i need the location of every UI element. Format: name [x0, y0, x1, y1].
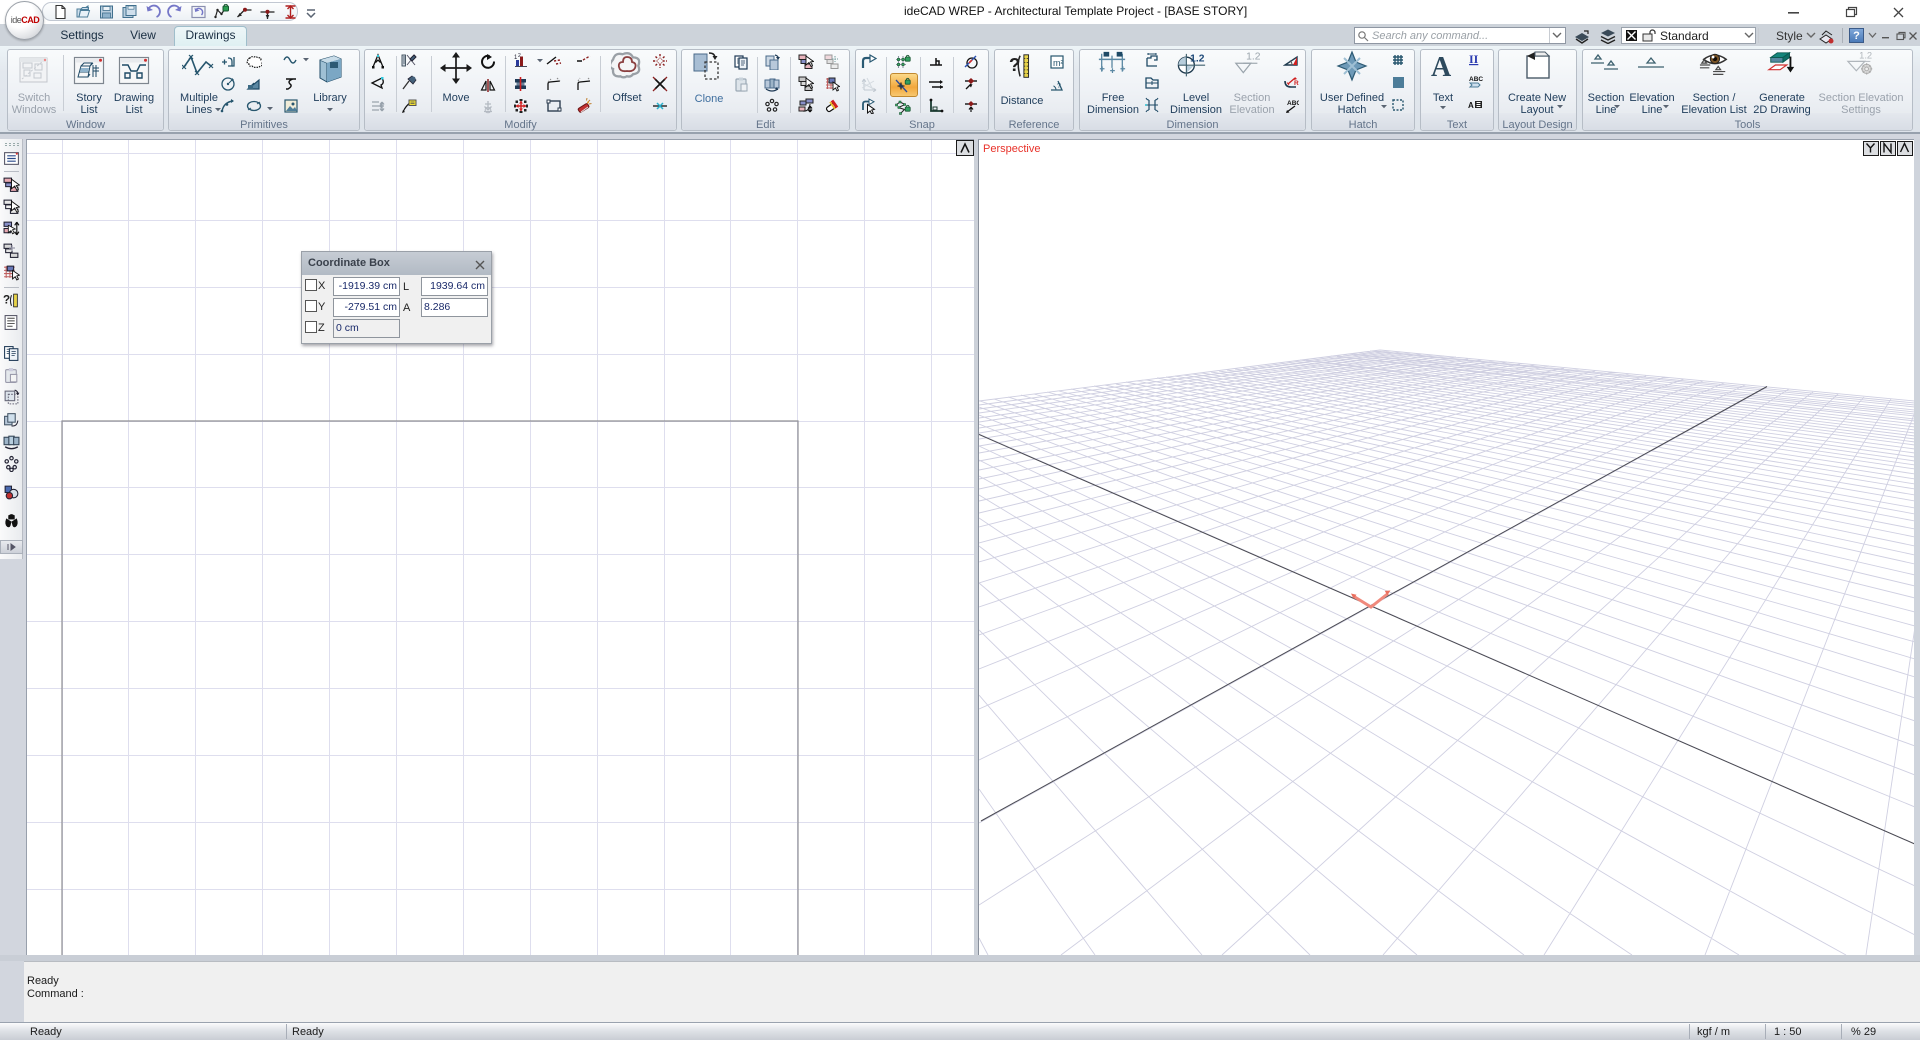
svg-text:?: ?: [3, 294, 10, 307]
svg-text:m²: m²: [1053, 58, 1064, 68]
svg-text:1.2: 1.2: [1859, 52, 1872, 61]
svg-text:ABC: ABC: [1469, 76, 1483, 83]
svg-text:A: A: [1431, 52, 1452, 82]
svg-text:R: R: [1294, 80, 1299, 87]
svg-text:?: ?: [1057, 83, 1061, 90]
svg-text:ABC: ABC: [1287, 100, 1299, 107]
svg-text:2: 2: [518, 53, 521, 59]
svg-text:1.2: 1.2: [1190, 53, 1205, 64]
svg-text:1.2: 1.2: [1246, 52, 1261, 63]
svg-text:A: A: [1468, 101, 1474, 110]
svg-text:II: II: [1469, 52, 1479, 66]
